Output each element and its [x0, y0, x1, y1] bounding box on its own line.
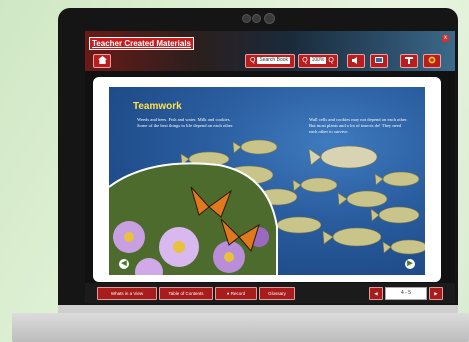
footer-prev-button[interactable]: ◀	[369, 287, 383, 300]
app-header: Teacher Created Materials x Q Search Boo…	[85, 31, 455, 71]
bookmark-button[interactable]	[370, 54, 388, 68]
home-icon	[97, 56, 107, 65]
zoom-value[interactable]: 100%	[309, 56, 327, 64]
page-title: Teamwork	[133, 101, 182, 112]
camera-dot	[252, 14, 261, 23]
page-photo: Teamwork Weeds and bees. Fish and water.…	[109, 87, 425, 275]
search-label: Search Book	[257, 56, 291, 64]
fish-illustration	[109, 139, 425, 275]
page-indicator[interactable]: 4 - 5	[385, 287, 427, 300]
glossary-button[interactable]: Glossary	[259, 287, 295, 300]
record-button[interactable]: ● Record	[215, 287, 257, 300]
next-page-arrow[interactable]: ▶	[405, 259, 415, 269]
record-label: Record	[230, 291, 246, 296]
laptop-base	[12, 313, 469, 342]
camera-lens	[264, 13, 275, 24]
zoom-out-icon[interactable]: Q	[302, 57, 307, 64]
tools-button[interactable]	[400, 54, 418, 68]
right-page-text: Wall cells and cookies may not depend on…	[309, 117, 408, 134]
close-button[interactable]: x	[442, 35, 449, 42]
whats-in-view-button[interactable]: Whats in a View	[97, 287, 157, 300]
reader-area: Teamwork Weeds and bees. Fish and water.…	[85, 71, 455, 283]
prev-page-arrow[interactable]: ◀	[119, 259, 129, 269]
settings-icon	[428, 56, 436, 64]
ebook-screen: Teacher Created Materials x Q Search Boo…	[85, 31, 455, 303]
brand-logo[interactable]: Teacher Created Materials	[89, 37, 195, 50]
search-button[interactable]: Q Search Book	[245, 54, 295, 68]
zoom-in-icon[interactable]: Q	[328, 57, 333, 64]
settings-button[interactable]	[423, 54, 441, 68]
reader-footer: Whats in a View Table of Contents ● Reco…	[85, 283, 455, 303]
footer-next-button[interactable]: ▶	[429, 287, 443, 300]
table-of-contents-button[interactable]: Table of Contents	[159, 287, 213, 300]
search-icon: Q	[249, 57, 256, 64]
camera-dot	[242, 14, 251, 23]
book-page: Teamwork Weeds and bees. Fish and water.…	[93, 77, 441, 282]
home-button[interactable]	[93, 54, 111, 68]
audio-icon	[352, 56, 357, 64]
audio-button[interactable]	[347, 54, 365, 68]
left-page-text: Weeds and bees. Fish and water. Milk and…	[137, 117, 234, 128]
tools-icon	[405, 57, 413, 65]
bookmark-icon	[375, 57, 383, 64]
zoom-control[interactable]: Q 100% Q	[298, 54, 338, 68]
